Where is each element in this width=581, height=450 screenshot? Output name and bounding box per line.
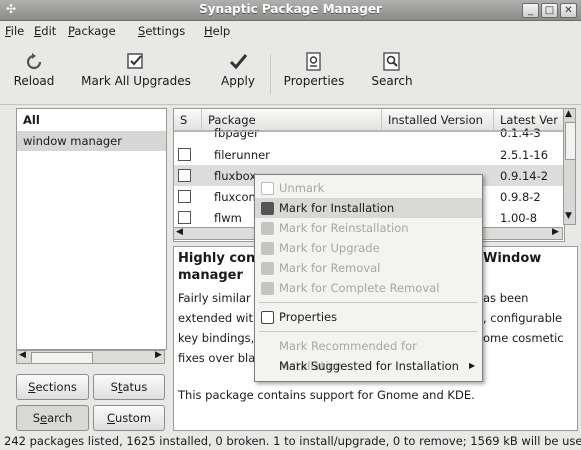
- mark-all-upgrades-button[interactable]: Mark All Upgrades: [62, 48, 210, 98]
- menu-item-mark-for-reinstallation[interactable]: Mark for Reinstallation: [255, 218, 482, 238]
- table-row[interactable]: fbpager 0.1.4-3: [174, 122, 564, 143]
- menu-separator: [259, 302, 478, 303]
- filter-item-all[interactable]: All: [17, 110, 166, 130]
- context-menu: Unmark Mark for Installation Mark for Re…: [254, 174, 483, 382]
- description-title-right: Window: [483, 251, 542, 266]
- custom-button[interactable]: Custom: [93, 405, 165, 431]
- description-footer: This package contains support for Gnome …: [178, 388, 475, 402]
- submenu-arrow-icon: ▶: [469, 361, 476, 370]
- sections-button[interactable]: Sections: [16, 374, 89, 400]
- menu-item-mark-for-complete-removal[interactable]: Mark for Complete Removal: [255, 278, 482, 298]
- checkbox-icon: [261, 182, 274, 195]
- status-button[interactable]: Status: [93, 374, 165, 400]
- package-name: fluxbox: [214, 169, 257, 183]
- status-bar: 242 packages listed, 1625 installed, 0 b…: [4, 434, 581, 448]
- description-line: extended with: [178, 311, 261, 325]
- properties-icon: [306, 52, 321, 71]
- scrollbar-thumb[interactable]: [565, 122, 576, 160]
- menu-package[interactable]: Package: [68, 24, 116, 38]
- search-button[interactable]: Search: [366, 48, 418, 98]
- description-line: key bindings,: [178, 331, 255, 345]
- menu-separator: [259, 331, 478, 332]
- package-list-vertical-scrollbar[interactable]: ▲ ▼: [563, 108, 576, 225]
- properties-icon: [261, 311, 274, 324]
- menu-settings[interactable]: Settings: [138, 24, 185, 38]
- scroll-right-icon[interactable]: ▶: [552, 227, 559, 237]
- toolbar-separator: [270, 54, 271, 94]
- latest-version: 0.1.4-3: [500, 126, 541, 140]
- reload-button[interactable]: Reload: [8, 48, 60, 98]
- package-name: flwm: [214, 211, 242, 225]
- latest-version: 2.5.1-16: [500, 148, 549, 162]
- install-icon: [261, 202, 274, 215]
- description-line: ome cosmetic: [483, 331, 564, 345]
- search-filter-button[interactable]: Search: [16, 405, 89, 431]
- title-bar: ✣ Synaptic Package Manager _ □ ✕: [0, 0, 581, 21]
- menu-item-mark-for-removal[interactable]: Mark for Removal: [255, 258, 482, 278]
- apply-button[interactable]: Apply: [213, 48, 263, 98]
- description-line: Fairly similar t: [178, 291, 259, 305]
- mark-upgrades-icon: [127, 53, 143, 69]
- purge-icon: [261, 282, 274, 295]
- menu-item-mark-for-upgrade[interactable]: Mark for Upgrade: [255, 238, 482, 258]
- scroll-right-icon[interactable]: ▶: [155, 350, 162, 360]
- description-line: as been: [483, 291, 529, 305]
- scroll-up-icon[interactable]: ▲: [565, 109, 572, 119]
- maximize-button[interactable]: □: [541, 3, 558, 18]
- properties-button[interactable]: Properties: [280, 48, 348, 98]
- package-name: fluxconf: [214, 190, 260, 204]
- header-divider: [174, 131, 564, 132]
- scrollbar-thumb[interactable]: [31, 352, 93, 364]
- package-name: filerunner: [214, 148, 270, 162]
- search-icon: [383, 52, 400, 71]
- filter-list: All window manager: [16, 108, 167, 350]
- package-checkbox[interactable]: [178, 211, 191, 224]
- description-title-line2: manager: [178, 268, 243, 283]
- description-line: , configurable: [483, 311, 563, 325]
- menu-item-unmark[interactable]: Unmark: [255, 178, 482, 198]
- package-name: fbpager: [214, 126, 259, 140]
- scroll-down-icon[interactable]: ▼: [565, 211, 572, 221]
- window-title: Synaptic Package Manager: [199, 2, 382, 16]
- latest-version: 0.9.8-2: [500, 190, 541, 204]
- menu-item-mark-for-installation[interactable]: Mark for Installation: [255, 198, 482, 218]
- menu-bar: File Edit Package Settings Help: [0, 21, 581, 41]
- description-line: fixes over blac: [178, 351, 262, 365]
- scroll-left-icon[interactable]: ◀: [176, 227, 183, 237]
- menu-item-properties[interactable]: Properties: [255, 307, 482, 327]
- package-checkbox[interactable]: [178, 169, 191, 182]
- reinstall-icon: [261, 222, 274, 235]
- menu-edit[interactable]: Edit: [34, 24, 56, 38]
- filter-list-scrollbar[interactable]: ◀ ▶: [16, 350, 165, 364]
- remove-icon: [261, 262, 274, 275]
- close-button[interactable]: ✕: [560, 3, 577, 18]
- upgrade-icon: [261, 242, 274, 255]
- menu-file[interactable]: File: [5, 24, 24, 38]
- package-checkbox[interactable]: [178, 148, 191, 161]
- latest-version: 1.00-8: [500, 211, 538, 225]
- latest-version: 0.9.14-2: [500, 169, 549, 183]
- toolbar: Reload Mark All Upgrades Apply Propertie…: [0, 42, 581, 105]
- package-checkbox[interactable]: [178, 190, 191, 203]
- scroll-left-icon[interactable]: ◀: [19, 350, 26, 360]
- minimize-button[interactable]: _: [522, 3, 539, 18]
- menu-item-mark-recommended[interactable]: Mark Recommended for Installation: [255, 336, 482, 373]
- menu-help[interactable]: Help: [204, 24, 230, 38]
- filter-item-window-manager[interactable]: window manager: [17, 131, 166, 151]
- description-title: Highly conf: [178, 251, 261, 266]
- menu-item-mark-suggested[interactable]: Mark Suggested for Installation ▶: [255, 356, 482, 376]
- apply-check-icon: [229, 54, 248, 70]
- reload-icon: [26, 53, 42, 70]
- table-row[interactable]: filerunner 2.5.1-16: [174, 144, 564, 165]
